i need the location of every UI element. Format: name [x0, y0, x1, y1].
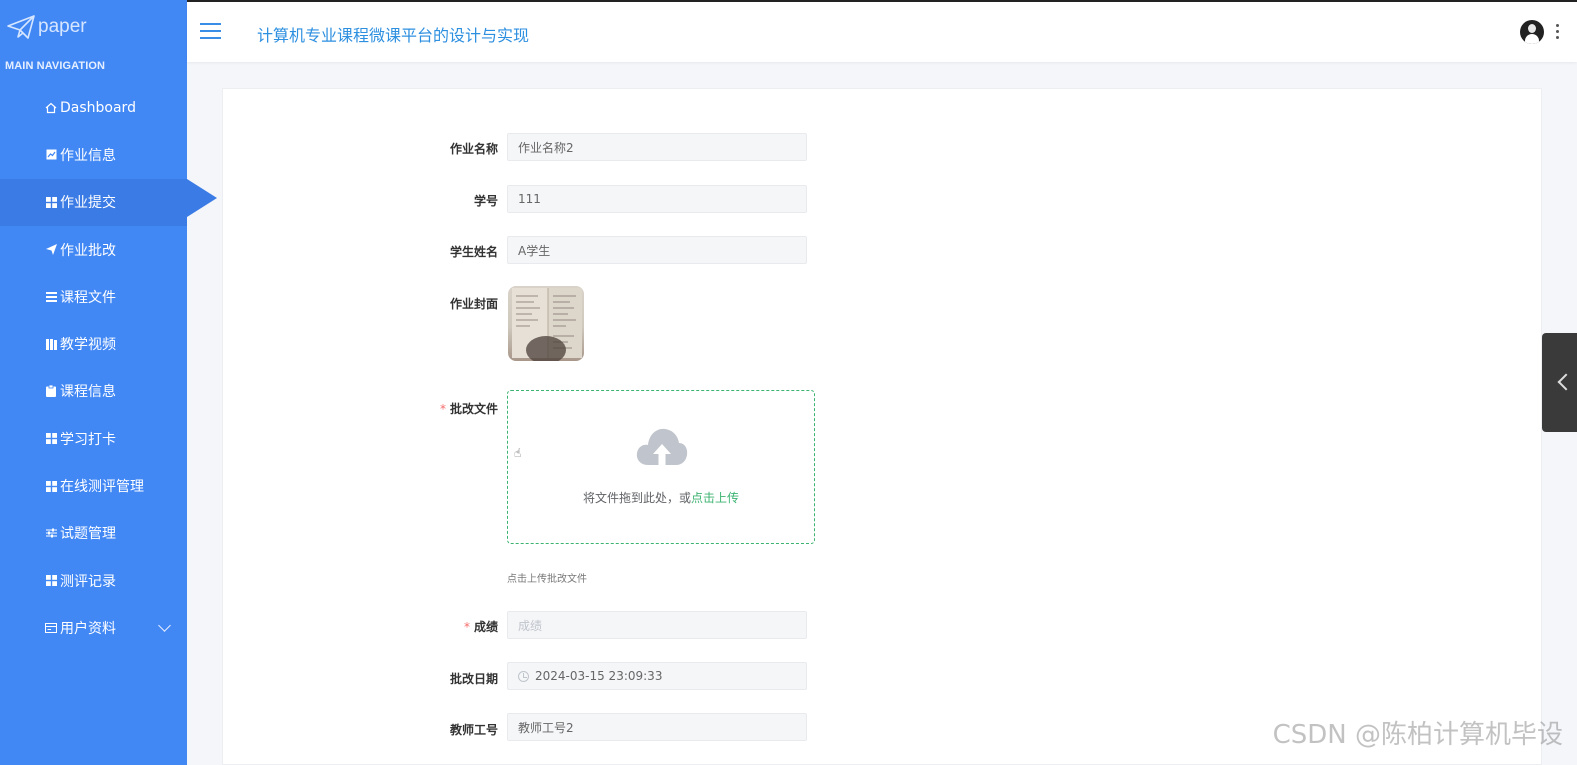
sidebar-item-question-management[interactable]: 试题管理: [0, 510, 187, 557]
sidebar-item-dashboard[interactable]: Dashboard: [0, 84, 187, 131]
upload-tip: 点击上传批改文件: [507, 574, 587, 585]
sidebar-item-label: 学习打卡: [60, 431, 116, 448]
form-card: [222, 88, 1542, 765]
sidebar-item-course-files[interactable]: 课程文件: [0, 273, 187, 320]
grid-icon: [44, 575, 58, 587]
sidebar-item-label: 课程文件: [60, 289, 116, 306]
pointer-cursor-icon: ☝: [514, 446, 522, 460]
sidebar-item-assessment-records[interactable]: 测评记录: [0, 557, 187, 604]
score-placeholder: 成绩: [518, 618, 543, 633]
teacher-id-value: 教师工号2: [518, 720, 574, 735]
logo[interactable]: paper: [6, 12, 87, 42]
required-mark: *: [463, 620, 470, 634]
sidebar-item-homework-review[interactable]: 作业批改: [0, 226, 187, 273]
teacher-id-field[interactable]: 教师工号2: [507, 713, 807, 741]
send-icon: [44, 244, 58, 256]
review-file-label: * 批改文件: [378, 400, 498, 417]
sidebar-item-label: 测评记录: [60, 573, 116, 590]
avatar[interactable]: [1520, 20, 1544, 44]
sidebar-item-label: 教学视频: [60, 337, 116, 354]
sidebar-item-homework-info[interactable]: 作业信息: [0, 131, 187, 178]
required-mark: *: [439, 402, 446, 416]
menu-toggle-icon[interactable]: [200, 23, 221, 39]
score-input[interactable]: 成绩: [507, 611, 807, 639]
homework-name-value: 作业名称2: [518, 140, 574, 155]
file-upload-dropzone[interactable]: 将文件拖到此处，或点击上传: [507, 390, 815, 544]
student-id-value: 111: [518, 192, 541, 206]
teacher-id-label: 教师工号: [449, 723, 498, 737]
sidebar-item-label: 试题管理: [60, 526, 116, 543]
home-icon: [44, 102, 58, 114]
sidebar-item-study-checkin[interactable]: 学习打卡: [0, 415, 187, 462]
card-icon: [44, 622, 58, 633]
upload-cloud-icon: [636, 428, 688, 465]
list-icon: [44, 291, 58, 302]
student-name-field[interactable]: A学生: [507, 236, 807, 264]
review-date-picker[interactable]: 2024-03-15 23:09:33: [507, 662, 807, 690]
sidebar-item-course-info[interactable]: 课程信息: [0, 368, 187, 415]
score-label: * 成绩: [378, 618, 498, 635]
homework-name-label: 作业名称: [449, 142, 498, 156]
grid-icon: [44, 433, 58, 445]
sidebar-item-homework-submit[interactable]: 作业提交: [0, 178, 217, 226]
student-name-label: 学生姓名: [449, 245, 498, 259]
upload-instruction: 将文件拖到此处，或点击上传: [508, 489, 814, 506]
chevron-down-icon[interactable]: [158, 619, 171, 633]
sidebar-item-teaching-videos[interactable]: 教学视频: [0, 320, 187, 367]
homework-name-field[interactable]: 作业名称2: [507, 133, 807, 161]
grid-icon: [44, 196, 58, 208]
click-upload-link[interactable]: 点击上传: [691, 491, 739, 505]
book-icon: [44, 338, 58, 350]
more-options-icon[interactable]: [1556, 24, 1560, 40]
side-panel-toggle-chevron-left-icon[interactable]: [1542, 333, 1577, 432]
cover-label: 作业封面: [449, 297, 498, 311]
grid-icon: [44, 480, 58, 492]
sidebar-item-label: 用户资料: [60, 620, 116, 637]
sidebar-item-label: Dashboard: [60, 99, 136, 116]
student-id-label: 学号: [473, 194, 498, 208]
top-bar: 计算机专业课程微课平台的设计与实现: [187, 0, 1577, 62]
homework-cover-image[interactable]: [508, 286, 584, 361]
clock-icon: [518, 670, 529, 682]
logo-text: paper: [38, 16, 87, 37]
review-date-label: 批改日期: [449, 672, 498, 686]
sidebar-item-label: 作业批改: [60, 242, 116, 259]
paper-plane-icon: [7, 15, 35, 39]
sidebar-item-online-assessment[interactable]: 在线测评管理: [0, 462, 187, 509]
sidebar-item-label: 课程信息: [60, 384, 116, 401]
sidebar-item-label: 在线测评管理: [60, 479, 144, 496]
score-label-text: 成绩: [473, 620, 498, 634]
cover-photo: [512, 288, 582, 361]
review-file-label-text: 批改文件: [449, 402, 498, 416]
sidebar-item-label: 作业提交: [60, 195, 116, 212]
nav-header: MAIN NAVIGATION: [5, 60, 106, 72]
sidebar: paper MAIN NAVIGATION Dashboard 作业信息 作业提…: [0, 0, 217, 765]
sidebar-item-label: 作业信息: [60, 147, 116, 164]
student-name-value: A学生: [518, 243, 551, 258]
watermark: CSDN @陈柏计算机毕设: [1272, 720, 1563, 750]
sidebar-nav: Dashboard 作业信息 作业提交 作业批改 课程文件 教学视频 课程信息 …: [0, 84, 217, 652]
student-id-field[interactable]: 111: [507, 185, 807, 213]
page-title: 计算机专业课程微课平台的设计与实现: [257, 26, 530, 45]
drop-text: 将文件拖到此处，或: [582, 491, 691, 505]
sliders-icon: [44, 528, 58, 538]
chart-icon: [44, 149, 58, 160]
review-date-value: 2024-03-15 23:09:33: [535, 669, 663, 683]
clipboard-icon: [44, 385, 58, 398]
sidebar-item-user-profile[interactable]: 用户资料: [0, 604, 187, 651]
